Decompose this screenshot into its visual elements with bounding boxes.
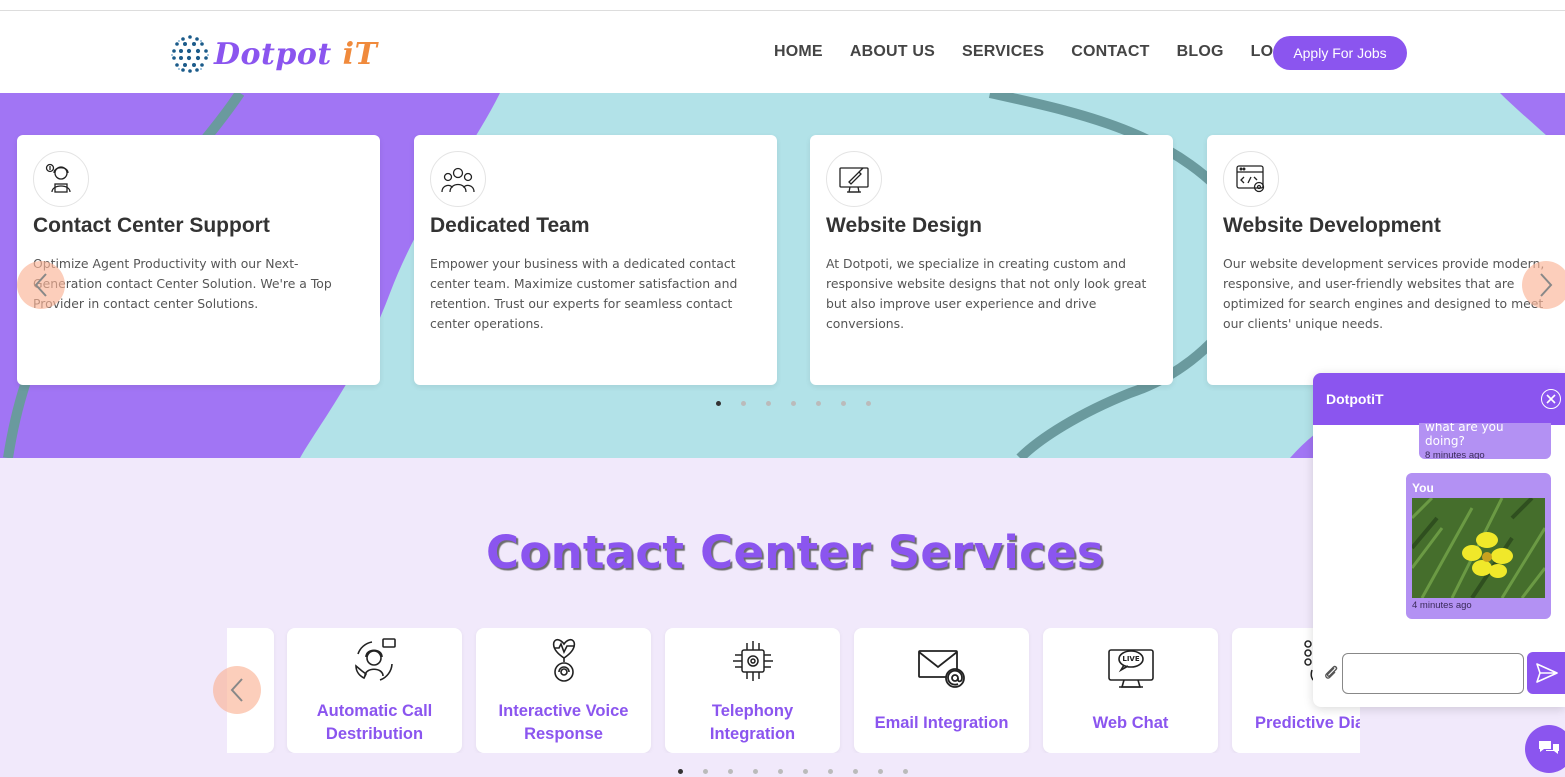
hero-next-arrow[interactable] — [1522, 261, 1565, 309]
carousel-dot[interactable] — [903, 769, 908, 774]
hero-card-title: Dedicated Team — [430, 214, 590, 237]
service-card-interactive-voice-response[interactable]: Interactive Voice Response — [476, 628, 651, 753]
carousel-dot[interactable] — [878, 769, 883, 774]
nav-contact[interactable]: CONTACT — [1071, 43, 1149, 61]
carousel-dot[interactable] — [803, 769, 808, 774]
apply-for-jobs-button[interactable]: Apply For Jobs — [1273, 36, 1407, 70]
chat-input-row — [1313, 651, 1565, 695]
hero-card-website-development[interactable]: Website Development Our website developm… — [1207, 135, 1565, 385]
chat-message-time: 8 minutes ago — [1425, 450, 1485, 459]
carousel-dot[interactable] — [703, 769, 708, 774]
carousel-dot[interactable] — [778, 769, 783, 774]
hero-card-website-design[interactable]: Website Design At Dotpoti, we specialize… — [810, 135, 1173, 385]
carousel-dot[interactable] — [866, 401, 871, 406]
service-label: Predictive Dia — [1255, 714, 1360, 732]
team-icon — [430, 151, 486, 207]
hero-carousel-dots — [716, 401, 891, 406]
carousel-dot[interactable] — [791, 401, 796, 406]
carousel-dot[interactable] — [853, 769, 858, 774]
voice-response-icon — [539, 636, 589, 686]
chat-close-button[interactable] — [1541, 389, 1561, 409]
email-icon — [917, 644, 967, 694]
chevron-left-icon — [34, 273, 47, 297]
service-card-telephony-integration[interactable]: Telephony Integration — [665, 628, 840, 753]
chevron-right-icon — [1540, 273, 1553, 297]
site-header: Dotpot iT HOME ABOUT US SERVICES CONTACT… — [0, 11, 1565, 93]
design-monitor-icon — [826, 151, 882, 207]
service-label: Web Chat — [1092, 714, 1169, 732]
flower-photo — [1412, 498, 1545, 598]
chat-image-message: You 4 minutes ago — [1406, 473, 1551, 619]
chat-message-input[interactable] — [1342, 653, 1524, 694]
chat-message-text: what are you doing? — [1425, 423, 1504, 448]
carousel-dot[interactable] — [753, 769, 758, 774]
hero-card-contact-center-support[interactable]: Contact Center Support Optimize Agent Pr… — [17, 135, 380, 385]
browser-top-strip — [0, 0, 1565, 11]
support-agent-icon — [33, 151, 89, 207]
carousel-dot[interactable] — [716, 401, 721, 406]
services-carousel: Automatic Call Destribution Interactive V… — [227, 628, 1360, 753]
hero-prev-arrow[interactable] — [17, 261, 65, 309]
service-label: Email Integration — [874, 714, 1009, 732]
site-logo[interactable]: Dotpot iT — [168, 31, 377, 77]
carousel-dot[interactable] — [678, 769, 683, 774]
code-settings-icon — [1223, 151, 1279, 207]
chat-message-bubble: what are you doing? 8 minutes ago — [1419, 423, 1551, 459]
services-carousel-dots — [678, 769, 928, 774]
chat-message-sender: You — [1412, 481, 1434, 495]
service-label: Interactive Voice Response — [498, 702, 629, 743]
nav-about-us[interactable]: ABOUT US — [850, 43, 935, 61]
hero-card-dedicated-team[interactable]: Dedicated Team Empower your business wit… — [414, 135, 777, 385]
service-card-web-chat[interactable]: LIVE Web Chat — [1043, 628, 1218, 753]
nav-home[interactable]: HOME — [774, 43, 823, 61]
carousel-dot[interactable] — [816, 401, 821, 406]
chip-icon — [728, 636, 778, 686]
close-icon — [1546, 394, 1556, 404]
hero-card-text: Our website development services provide… — [1223, 256, 1545, 331]
nav-services[interactable]: SERVICES — [962, 43, 1044, 61]
live-chat-icon: LIVE — [1106, 642, 1156, 692]
chat-send-button[interactable] — [1527, 652, 1565, 694]
nav-blog[interactable]: BLOG — [1177, 43, 1224, 61]
paperclip-icon[interactable] — [1322, 663, 1340, 681]
logo-wordmark: Dotpot iT — [214, 36, 378, 72]
send-icon — [1536, 663, 1558, 683]
carousel-dot[interactable] — [766, 401, 771, 406]
svg-text:LIVE: LIVE — [1122, 655, 1139, 663]
service-card-automatic-call-distribution[interactable]: Automatic Call Destribution — [287, 628, 462, 753]
carousel-dot[interactable] — [741, 401, 746, 406]
chat-widget: DotpotiT what are you doing? 8 minutes a… — [1313, 373, 1565, 707]
hero-card-text: At Dotpoti, we specialize in creating cu… — [826, 256, 1147, 331]
carousel-dot[interactable] — [841, 401, 846, 406]
hero-card-text: Optimize Agent Productivity with our Nex… — [33, 256, 332, 311]
hero-card-title: Website Development — [1223, 214, 1441, 237]
service-label: Automatic Call Destribution — [316, 702, 433, 743]
hero-card-title: Contact Center Support — [33, 214, 270, 237]
logo-globe-icon — [171, 35, 209, 73]
hero-card-title: Website Design — [826, 214, 982, 237]
chat-launcher-button[interactable] — [1525, 725, 1565, 773]
carousel-dot[interactable] — [728, 769, 733, 774]
chat-message-time: 4 minutes ago — [1412, 600, 1472, 611]
services-prev-arrow[interactable] — [213, 666, 261, 714]
chat-attached-image[interactable] — [1412, 498, 1545, 598]
main-nav: HOME ABOUT US SERVICES CONTACT BLOG LOGI… — [774, 11, 1329, 93]
chevron-left-icon — [230, 678, 243, 702]
call-distribution-icon — [350, 636, 400, 686]
carousel-dot[interactable] — [828, 769, 833, 774]
chat-bubbles-icon — [1539, 741, 1559, 754]
chat-title: DotpotiT — [1326, 391, 1384, 407]
service-card-email-integration[interactable]: Email Integration — [854, 628, 1029, 753]
service-label: Telephony Integration — [709, 702, 796, 743]
chat-header: DotpotiT — [1313, 373, 1565, 425]
hero-card-text: Empower your business with a dedicated c… — [430, 256, 738, 331]
